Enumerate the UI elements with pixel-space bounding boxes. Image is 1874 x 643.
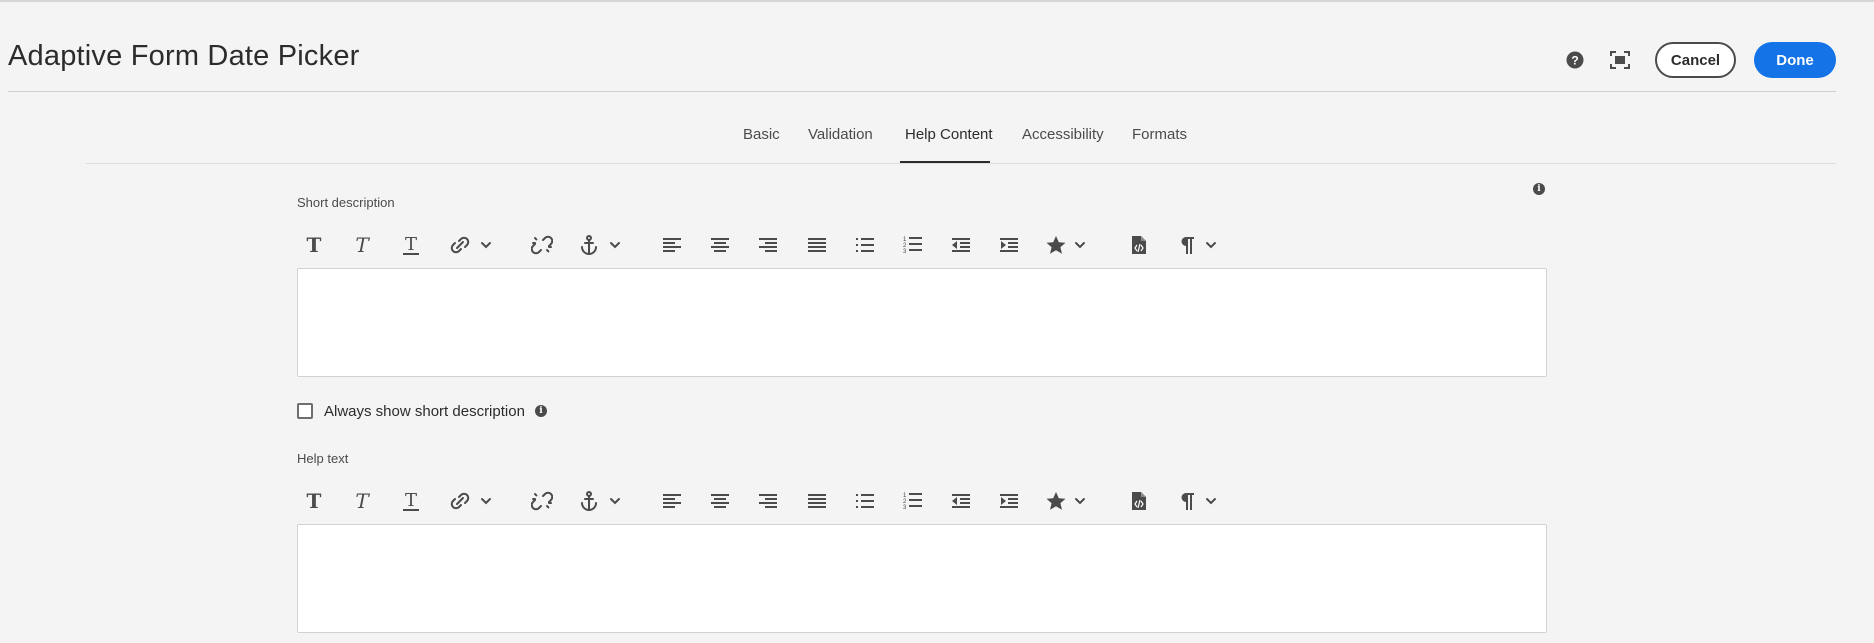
align-center-icon[interactable] [705, 228, 735, 262]
always-show-row: Always show short description i [297, 401, 547, 421]
unlink-icon[interactable] [527, 484, 557, 518]
align-center-icon[interactable] [705, 484, 735, 518]
tab-formats[interactable]: Formats [1132, 126, 1187, 143]
underline-icon[interactable]: T [396, 228, 426, 262]
bold-icon[interactable]: T [299, 484, 329, 518]
anchor-icon[interactable] [575, 484, 625, 518]
info-icon[interactable]: i [1533, 183, 1545, 195]
active-tab-indicator [900, 161, 990, 163]
help-text-label: Help text [297, 451, 349, 466]
anchor-icon[interactable] [575, 228, 625, 262]
svg-text:?: ? [1571, 54, 1578, 68]
tab-validation[interactable]: Validation [808, 126, 873, 143]
svg-text:T: T [355, 235, 370, 255]
special-char-icon[interactable] [1042, 484, 1092, 518]
short-description-toolbar: T T T 123 [297, 228, 1247, 262]
link-icon[interactable] [445, 228, 495, 262]
svg-text:3: 3 [903, 505, 907, 511]
indent-icon[interactable] [994, 228, 1024, 262]
tab-bar: Basic Validation Help Content Accessibil… [86, 114, 1836, 164]
bold-icon[interactable]: T [299, 228, 329, 262]
justify-icon[interactable] [802, 484, 832, 518]
fullscreen-icon[interactable] [1608, 48, 1632, 72]
cancel-button[interactable]: Cancel [1655, 42, 1736, 78]
special-char-icon[interactable] [1042, 228, 1092, 262]
bullet-list-icon[interactable] [850, 484, 880, 518]
align-left-icon[interactable] [657, 228, 687, 262]
outdent-icon[interactable] [946, 228, 976, 262]
always-show-label: Always show short description [324, 402, 525, 420]
source-edit-icon[interactable] [1124, 228, 1154, 262]
done-button[interactable]: Done [1754, 42, 1836, 78]
help-text-toolbar: T T T 123 [297, 484, 1247, 518]
outdent-icon[interactable] [946, 484, 976, 518]
numbered-list-icon[interactable]: 123 [898, 228, 928, 262]
source-edit-icon[interactable] [1124, 484, 1154, 518]
help-text-editor[interactable] [297, 524, 1547, 633]
tab-accessibility[interactable]: Accessibility [1022, 126, 1104, 143]
svg-text:3: 3 [903, 249, 907, 255]
short-description-label: Short description [297, 195, 395, 210]
paragraph-format-icon[interactable] [1173, 228, 1223, 262]
info-icon[interactable]: i [534, 405, 547, 417]
bullet-list-icon[interactable] [850, 228, 880, 262]
paragraph-format-icon[interactable] [1173, 484, 1223, 518]
svg-text:T: T [307, 235, 322, 255]
numbered-list-icon[interactable]: 123 [898, 484, 928, 518]
svg-text:T: T [307, 491, 322, 511]
tab-basic[interactable]: Basic [743, 126, 780, 143]
align-left-icon[interactable] [657, 484, 687, 518]
svg-text:T: T [405, 234, 417, 255]
indent-icon[interactable] [994, 484, 1024, 518]
dialog-title: Adaptive Form Date Picker [8, 40, 360, 72]
link-icon[interactable] [445, 484, 495, 518]
dialog-header: Adaptive Form Date Picker ? Cancel Done [0, 2, 1874, 92]
svg-text:T: T [355, 491, 370, 511]
italic-icon[interactable]: T [347, 484, 377, 518]
align-right-icon[interactable] [753, 484, 783, 518]
unlink-icon[interactable] [527, 228, 557, 262]
align-right-icon[interactable] [753, 228, 783, 262]
help-circle-icon[interactable]: ? [1563, 48, 1587, 72]
always-show-checkbox[interactable] [297, 403, 313, 419]
tab-help-content[interactable]: Help Content [905, 126, 993, 143]
short-description-editor[interactable] [297, 268, 1547, 377]
italic-icon[interactable]: T [347, 228, 377, 262]
justify-icon[interactable] [802, 228, 832, 262]
svg-text:T: T [405, 490, 417, 511]
header-divider [8, 91, 1836, 92]
underline-icon[interactable]: T [396, 484, 426, 518]
